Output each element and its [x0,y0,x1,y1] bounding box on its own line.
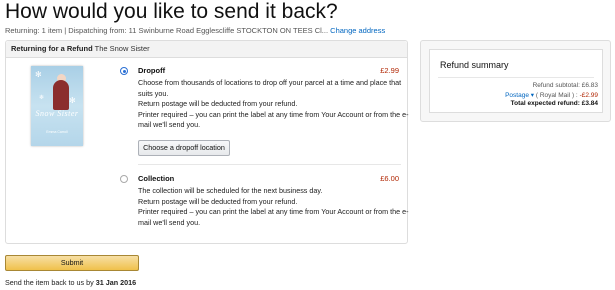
dropoff-line: Printer required – you can print the lab… [138,109,409,119]
return-info: Returning: 1 item | Dispatching from: 11… [5,26,385,35]
total-refund-row: Total expected refund: £3.84 [511,100,598,107]
collection-price: £6.00 [380,174,399,183]
refund-summary-box: Refund summary Refund subtotal: £6.83 Po… [429,49,603,113]
page-title: How would you like to send it back? [5,0,338,23]
chevron-down-icon[interactable]: ▾ [529,92,534,99]
item-title: The Snow Sister [94,44,150,53]
dispatch-address: Returning: 1 item | Dispatching from: 11… [5,26,329,35]
refund-summary-panel: Refund summary Refund subtotal: £6.83 Po… [420,40,611,122]
choose-dropoff-location-button[interactable]: Choose a dropoff location [138,140,230,156]
summary-divider [438,77,594,78]
snowflake-icon: ✻ [69,96,76,105]
total-refund-value: £3.84 [581,100,598,107]
postage-detail: ( Royal Mail ) : [535,92,578,99]
return-deadline-date: 31 Jan 2016 [95,278,137,287]
return-options-card: Returning for a Refund The Snow Sister ✻… [5,40,408,244]
collection-radio[interactable] [120,175,128,183]
dropoff-line: mail we'll send you. [138,120,201,129]
collection-line: mail we'll send you. [138,217,201,227]
postage-row: Postage ▾ ( Royal Mail ) : -£2.99 [505,91,598,99]
dropoff-line: suits you. [138,88,169,98]
total-refund-label: Total expected refund: [510,100,580,107]
return-deadline: Send the item back to us by 31 Jan 2016 [5,278,136,287]
return-reason: Returning for a Refund [11,44,93,53]
dropoff-line: Return postage will be deducted from you… [138,99,298,108]
dropoff-radio[interactable] [120,67,128,75]
refund-summary-title: Refund summary [440,60,509,70]
postage-value: -£2.99 [579,92,598,99]
cover-figure [53,80,69,110]
cover-author: Emma Carroll [46,130,68,134]
refund-subtotal-label: Refund subtotal: [532,82,580,89]
collection-description: The collection will be scheduled for the… [138,186,408,228]
collection-line: The collection will be scheduled for the… [138,186,323,195]
snowflake-icon: ❄ [39,95,45,101]
postage-link[interactable]: Postage [505,92,529,99]
change-address-link[interactable]: Change address [330,26,385,35]
return-deadline-text: Send the item back to us by [5,278,94,287]
refund-subtotal-row: Refund subtotal: £6.83 [533,82,598,89]
collection-line: Printer required – you can print the lab… [138,207,409,216]
dropoff-title: Dropoff [138,66,166,75]
card-header: Returning for a Refund The Snow Sister [6,41,407,58]
option-divider [138,164,401,165]
collection-line: Return postage will be deducted from you… [138,196,298,206]
submit-button[interactable]: Submit [5,255,139,271]
refund-subtotal-value: £6.83 [581,82,598,89]
snowflake-icon: ✻ [35,70,42,79]
book-cover-image: ✻ ✻ ❄ Snow Sister Emma Carroll [31,66,83,146]
dropoff-price: £2.99 [380,66,399,75]
dropoff-description: Choose from thousands of locations to dr… [138,78,408,131]
dropoff-line: Choose from thousands of locations to dr… [138,78,402,87]
collection-title: Collection [138,174,175,183]
cover-title: Snow Sister [35,109,79,118]
